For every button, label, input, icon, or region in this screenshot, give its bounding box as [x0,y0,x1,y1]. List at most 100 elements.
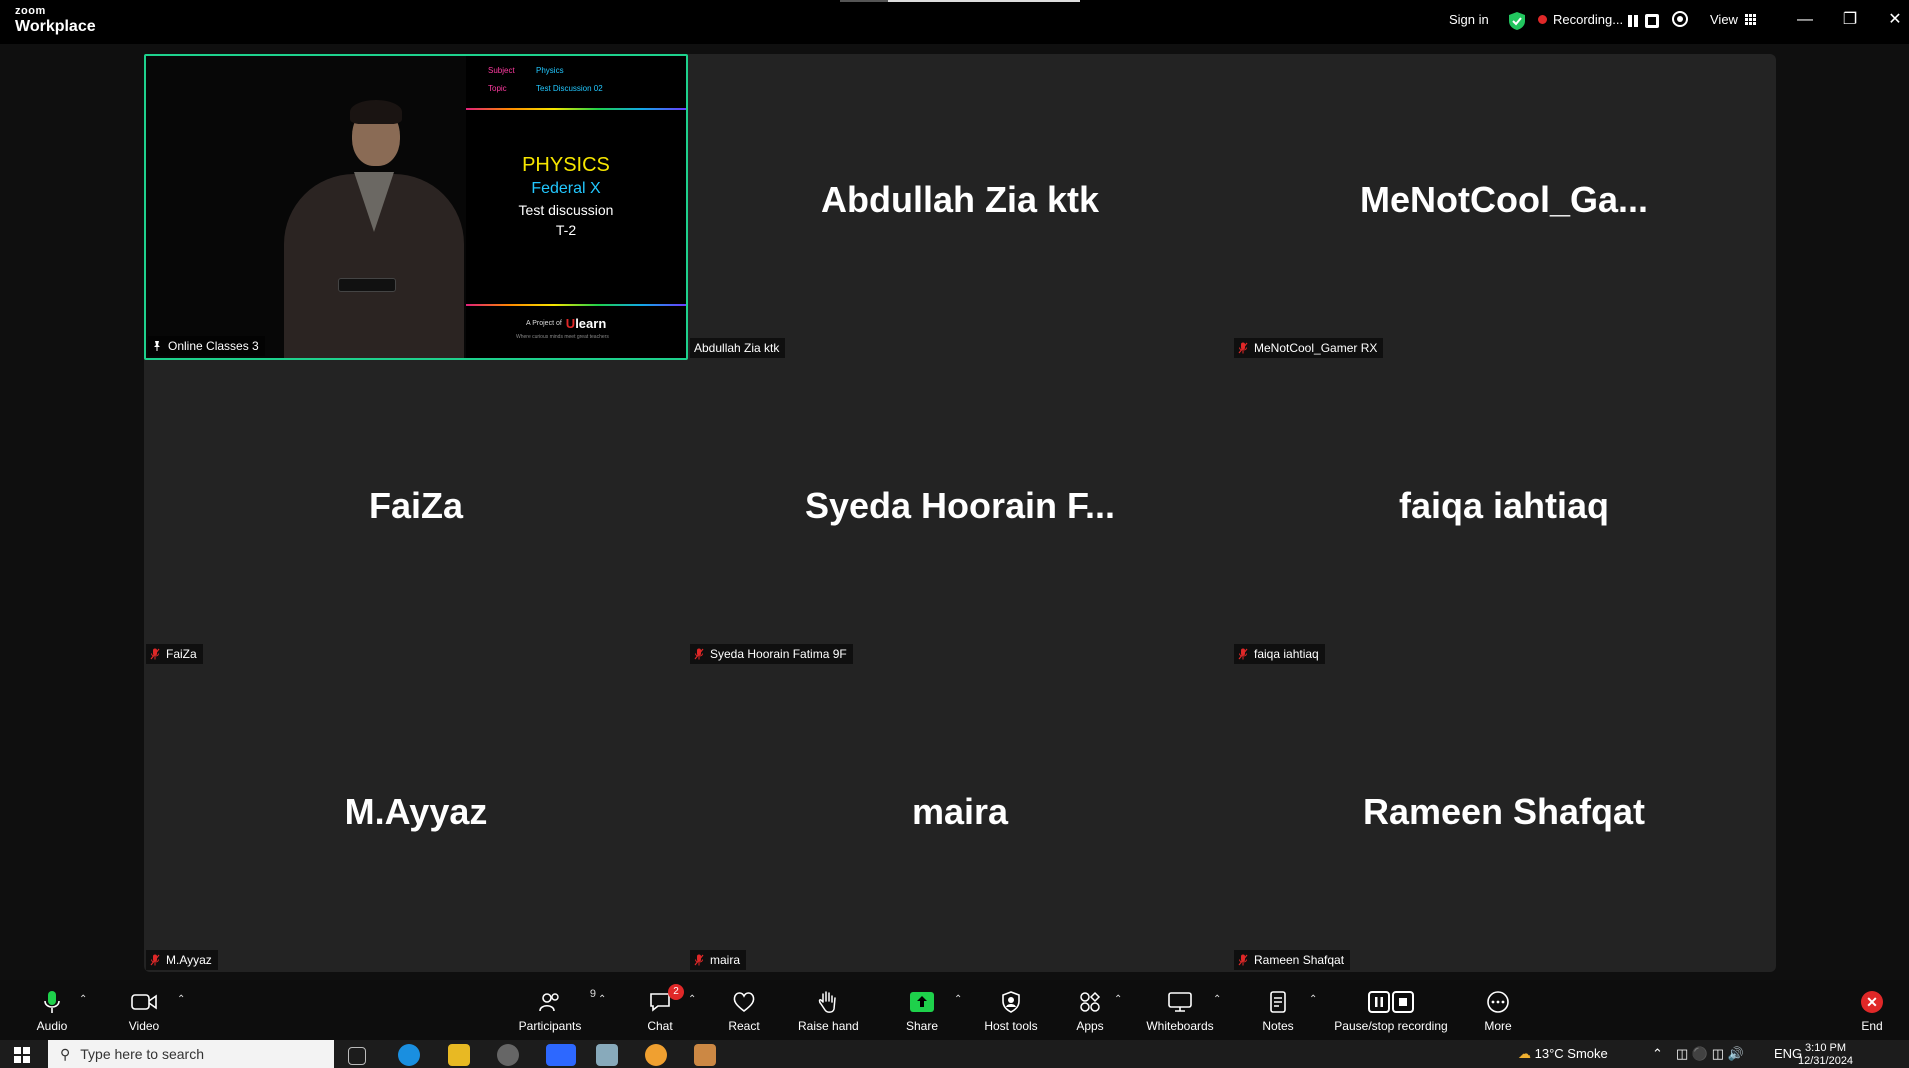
app-icon[interactable] [596,1044,618,1066]
participant-label: FaiZa [146,644,203,664]
participants-button[interactable]: 9 Participants [518,988,596,1033]
participant-label: faiqa iahtiaq [1234,644,1325,664]
slide-line4: T-2 [555,222,577,238]
notes-button[interactable]: Notes [1260,988,1296,1033]
participant-tile[interactable]: Syeda Hoorain F... Syeda Hoorain Fatima … [688,360,1232,666]
zoom-logo: zoom Workplace [15,6,96,35]
video-options-chevron-icon[interactable]: ⌃ [177,994,187,1005]
search-placeholder: Type here to search [80,1046,205,1062]
participant-label: Syeda Hoorain Fatima 9F [690,644,853,664]
brand-bottom: Workplace [15,18,96,35]
title-bar: zoom Workplace Sign in Recording... View… [0,0,1909,44]
participant-label: Online Classes 3 [148,336,265,356]
search-icon: ⚲ [60,1045,71,1062]
participant-tile[interactable]: MeNotCool_Ga... MeNotCool_Gamer RX [1232,54,1776,360]
react-button[interactable]: React [726,988,762,1033]
edge-browser-icon[interactable] [398,1044,420,1066]
weather-widget[interactable]: ☁ 13°C Smoke [1518,1046,1608,1062]
whiteboards-options-chevron-icon[interactable]: ⌃ [1213,994,1223,1005]
weather-icon: ☁ [1518,1046,1531,1061]
participant-display-name: maira [911,791,1009,832]
participant-display-name: FaiZa [368,485,464,526]
os-taskbar: ⚲ Type here to search ☁ 13°C Smoke ⌃ ◫ ⚫… [0,1040,1909,1068]
chat-unread-badge: 2 [668,984,684,1000]
apps-button[interactable]: Apps [1074,988,1106,1033]
tray-icons[interactable]: ◫ ⚫ ◫ 🔊 [1676,1046,1744,1062]
presentation-slide: Subject Physics Topic Test Discussion 02… [466,56,686,358]
participant-tile[interactable]: Abdullah Zia ktk Abdullah Zia ktk [688,54,1232,360]
close-icon[interactable]: ✕ [1881,8,1909,32]
minimize-icon[interactable]: — [1791,8,1819,32]
slide-subject-label: Subject [488,66,515,75]
whiteboards-button[interactable]: Whiteboards [1144,988,1216,1033]
participant-display-name: faiqa iahtiaq [1398,485,1610,526]
pause-recording-icon[interactable] [1626,14,1640,28]
participant-tile[interactable]: Rameen Shafqat Rameen Shafqat [1232,666,1776,972]
more-button[interactable]: More [1482,988,1514,1033]
end-meeting-button[interactable]: ✕ End [1858,988,1886,1033]
taskbar-search-box[interactable]: ⚲ Type here to search [48,1040,334,1068]
file-explorer-icon[interactable] [448,1044,470,1066]
host-shield-icon [1002,991,1020,1013]
microphone-icon [44,991,60,1013]
obs-icon[interactable] [497,1044,519,1066]
whiteboard-icon [1168,992,1192,1012]
pause-icon [1368,991,1390,1013]
participant-tile[interactable]: faiqa iahtiaq faiqa iahtiaq [1232,360,1776,666]
task-view-icon[interactable] [348,1047,366,1065]
chrome-icon[interactable] [645,1044,667,1066]
windows-start-icon[interactable] [14,1047,30,1063]
mic-muted-icon [150,954,160,966]
apps-options-chevron-icon[interactable]: ⌃ [1114,994,1124,1005]
clock-date: 12/31/2024 [1798,1055,1854,1067]
notes-options-chevron-icon[interactable]: ⌃ [1309,994,1319,1005]
view-button[interactable]: View [1710,12,1756,27]
zoom-app-icon[interactable] [546,1044,576,1066]
encryption-shield-icon[interactable] [1508,11,1526,31]
participant-display-name: Rameen Shafqat [1362,791,1646,832]
participant-display-name: Abdullah Zia ktk [820,179,1100,220]
pause-stop-recording-button[interactable]: Pause/stop recording [1334,988,1448,1033]
chat-options-chevron-icon[interactable]: ⌃ [688,994,698,1005]
slide-line3: Test discussion [518,202,614,218]
participant-label: M.Ayyaz [146,950,218,970]
slide-divider [466,108,686,110]
participant-tile[interactable]: FaiZa FaiZa [144,360,688,666]
video-gallery: Subject Physics Topic Test Discussion 02… [144,54,1776,972]
participants-options-chevron-icon[interactable]: ⌃ [598,994,608,1005]
share-options-chevron-icon[interactable]: ⌃ [954,994,964,1005]
participant-display-name: MeNotCool_Ga... [1359,179,1649,220]
participant-tile[interactable]: Subject Physics Topic Test Discussion 02… [144,54,688,360]
audio-button[interactable]: Audio [34,988,70,1033]
participant-label: Abdullah Zia ktk [690,338,786,358]
game-icon[interactable] [694,1044,716,1066]
video-button[interactable]: Video [126,988,162,1033]
pin-icon [154,341,160,351]
slide-subject-value: Physics [536,66,564,75]
sign-in-button[interactable]: Sign in [1449,12,1489,27]
participant-tile[interactable]: M.Ayyaz M.Ayyaz [144,666,688,972]
mic-muted-icon [694,954,704,966]
speaker-device [338,278,396,292]
gallery-grid-icon [1744,14,1756,25]
share-button[interactable]: Share [904,988,940,1033]
participant-label: Rameen Shafqat [1234,950,1351,970]
stop-recording-icon[interactable] [1645,14,1659,28]
share-screen-icon [910,992,934,1012]
recording-indicator[interactable]: Recording... [1538,12,1623,27]
participant-tile[interactable]: maira maira [688,666,1232,972]
raise-hand-button[interactable]: Raise hand [798,988,859,1033]
audio-options-chevron-icon[interactable]: ⌃ [79,994,89,1005]
tray-chevron-icon[interactable]: ⌃ [1652,1046,1663,1062]
participant-video: Subject Physics Topic Test Discussion 02… [146,56,686,358]
participant-label: MeNotCool_Gamer RX [1234,338,1384,358]
recording-dot-icon [1538,15,1547,24]
mic-muted-icon [150,648,160,660]
taskbar-clock[interactable]: 3:10 PM 12/31/2024 [1798,1042,1853,1068]
weather-text: 13°C Smoke [1534,1046,1608,1061]
host-tools-button[interactable]: Host tools [981,988,1041,1033]
record-status-icon[interactable] [1672,11,1688,27]
meeting-toolbar: Audio ⌃ Video ⌃ 9 Participants ⌃ 2 Chat … [0,980,1909,1040]
restore-icon[interactable]: ❐ [1836,8,1864,32]
chat-button[interactable]: 2 Chat [644,984,684,1033]
